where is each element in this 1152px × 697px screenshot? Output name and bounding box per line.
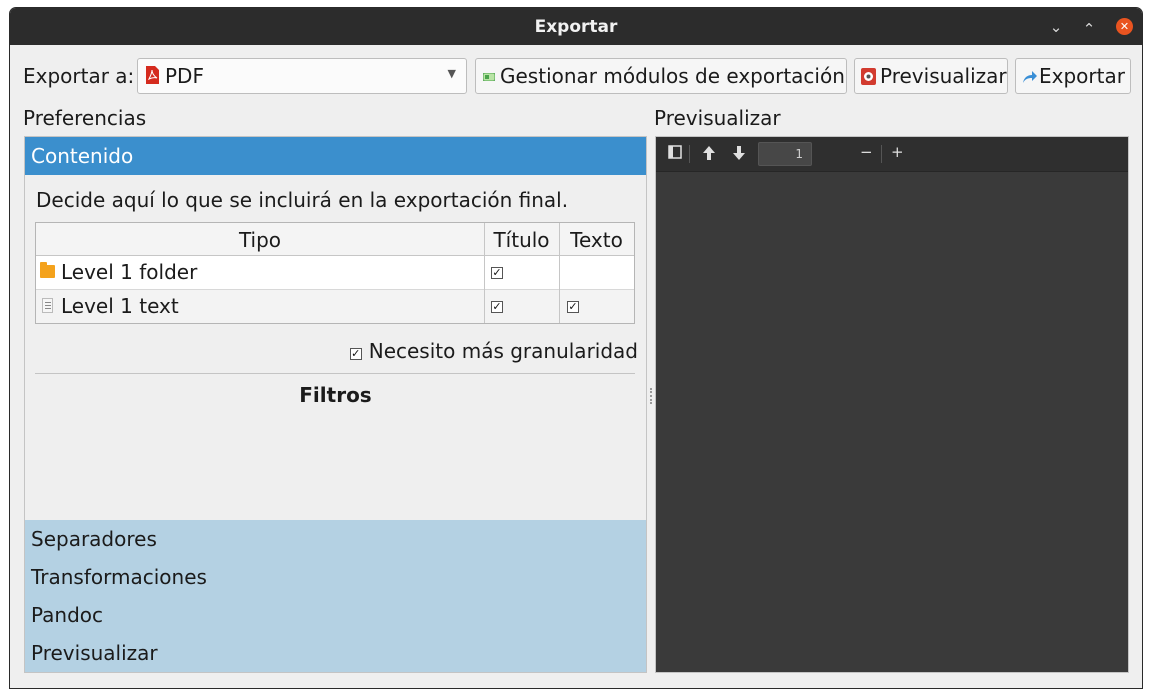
title-checkbox[interactable]: ✓ <box>491 267 503 279</box>
title-checkbox[interactable]: ✓ <box>491 301 503 313</box>
minimize-icon[interactable]: ⌄ <box>1046 17 1066 37</box>
section-separators[interactable]: Separadores <box>25 520 646 558</box>
text-checkbox[interactable]: ✓ <box>567 301 579 313</box>
preview-button[interactable]: Previsualizar <box>854 58 1008 94</box>
section-preview[interactable]: Previsualizar <box>25 634 646 672</box>
plugin-icon <box>483 73 495 81</box>
filters-title: Filtros <box>299 383 372 407</box>
column-divider <box>559 223 560 323</box>
preferences-title: Preferencias <box>23 106 147 130</box>
preview-title: Previsualizar <box>654 106 781 130</box>
zoom-in-icon[interactable]: + <box>891 144 904 160</box>
text-file-icon <box>42 298 53 313</box>
column-header-type[interactable]: Tipo <box>36 223 484 256</box>
section-content-header[interactable]: Contenido <box>25 137 646 175</box>
toolbar-separator <box>689 145 690 163</box>
toolbar-separator <box>881 145 882 163</box>
export-button[interactable]: Exportar <box>1015 58 1131 94</box>
zoom-out-icon[interactable]: − <box>860 144 873 160</box>
window-title: Exportar <box>534 17 618 37</box>
row-type-label: Level 1 folder <box>61 260 198 284</box>
column-header-text[interactable]: Texto <box>559 223 634 256</box>
content-table: Tipo Título Texto Level 1 folder ✓ Level… <box>35 222 635 324</box>
close-icon[interactable]: ✕ <box>1116 18 1133 35</box>
pdf-icon <box>146 66 159 84</box>
page-number-input[interactable]: 1 <box>758 142 812 166</box>
chevron-down-icon: ▼ <box>447 67 456 80</box>
preview-button-label: Previsualizar <box>880 64 1007 88</box>
granularity-option[interactable]: ✓ Necesito más granularidad <box>349 339 638 363</box>
column-divider <box>484 223 485 323</box>
export-arrow-icon <box>1023 71 1037 83</box>
export-button-label: Exportar <box>1039 64 1125 88</box>
title-bar: Exportar ⌄ ⌃ ✕ <box>10 8 1142 45</box>
preview-canvas[interactable] <box>656 172 1128 672</box>
folder-icon <box>40 262 55 278</box>
table-row[interactable]: Level 1 folder ✓ <box>36 256 634 290</box>
row-type-label: Level 1 text <box>61 294 179 318</box>
table-row[interactable]: Level 1 text ✓ ✓ <box>36 290 634 323</box>
export-format-select[interactable]: PDF ▼ <box>137 58 467 94</box>
export-dialog: Exportar ⌄ ⌃ ✕ Exportar a: PDF ▼ Gestion… <box>9 7 1143 689</box>
granularity-checkbox[interactable]: ✓ <box>349 348 362 360</box>
previous-page-icon[interactable] <box>702 145 716 161</box>
section-content-label: Contenido <box>31 144 134 168</box>
export-format-value: PDF <box>165 64 204 88</box>
maximize-icon[interactable]: ⌃ <box>1079 19 1099 39</box>
preview-panel: 1 − + <box>655 136 1129 673</box>
splitter-handle[interactable] <box>650 388 654 404</box>
next-page-icon[interactable] <box>732 145 746 161</box>
preferences-panel: Contenido Decide aquí lo que se incluirá… <box>24 136 647 673</box>
section-pandoc[interactable]: Pandoc <box>25 596 646 634</box>
granularity-label: Necesito más granularidad <box>368 339 638 363</box>
manage-modules-button[interactable]: Gestionar módulos de exportación <box>475 58 847 94</box>
section-transformations[interactable]: Transformaciones <box>25 558 646 596</box>
export-to-label: Exportar a: <box>23 64 135 88</box>
sidebar-toggle-icon[interactable] <box>668 145 682 159</box>
column-header-title[interactable]: Título <box>484 223 559 256</box>
preview-icon <box>861 68 876 85</box>
content-description: Decide aquí lo que se incluirá en la exp… <box>36 188 569 212</box>
manage-modules-label: Gestionar módulos de exportación <box>500 64 845 88</box>
preview-toolbar: 1 − + <box>656 137 1128 172</box>
divider <box>35 373 635 374</box>
